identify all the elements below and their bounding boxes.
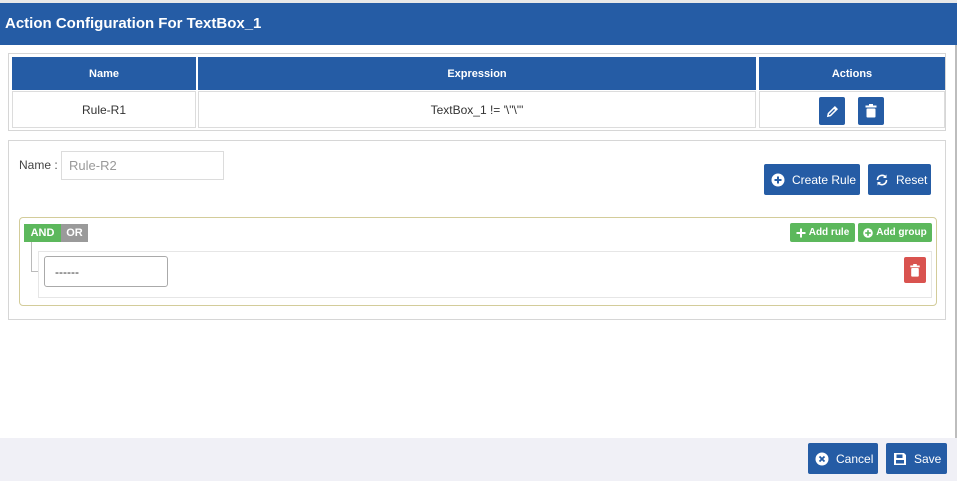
trash-icon — [865, 104, 877, 118]
cell-rule-expression: TextBox_1 != '\"\"' — [198, 91, 756, 128]
query-builder-group: AND OR Add rule Add group ------ — [19, 217, 937, 306]
dialog-header: Action Configuration For TextBox_1 — [0, 3, 957, 45]
add-group-label: Add group — [876, 227, 927, 238]
field-select-value: ------ — [55, 264, 79, 279]
column-header-expression: Expression — [198, 57, 756, 90]
trash-icon — [910, 263, 920, 277]
query-rule-row: ------ — [38, 251, 932, 298]
cell-rule-name: Rule-R1 — [12, 91, 196, 128]
rules-table: Name Expression Actions Rule-R1 TextBox_… — [8, 53, 946, 131]
plus-circle-icon — [771, 173, 785, 186]
column-header-name: Name — [12, 57, 196, 90]
pencil-icon — [826, 105, 838, 117]
save-button[interactable]: Save — [886, 443, 947, 474]
save-label: Save — [914, 451, 942, 466]
add-rule-button[interactable]: Add rule — [790, 223, 855, 242]
column-header-actions: Actions — [759, 57, 945, 90]
cancel-button[interactable]: Cancel — [808, 443, 878, 474]
add-rule-label: Add rule — [808, 227, 850, 238]
create-rule-button[interactable]: Create Rule — [764, 164, 860, 195]
floppy-disk-icon — [894, 452, 906, 465]
dialog-title: Action Configuration For TextBox_1 — [5, 15, 262, 32]
dialog-footer: Cancel Save — [0, 438, 957, 481]
condition-and-button[interactable]: AND — [24, 224, 61, 242]
rule-form: Name : Create Rule Reset AND OR Add rule — [8, 140, 946, 320]
plus-circle-icon — [863, 227, 874, 238]
name-label: Name : — [19, 158, 58, 172]
cancel-label: Cancel — [836, 451, 874, 466]
refresh-icon — [876, 174, 888, 185]
reset-button[interactable]: Reset — [868, 164, 931, 195]
create-rule-label: Create Rule — [792, 172, 857, 187]
close-circle-icon — [815, 452, 829, 465]
delete-rule-button[interactable] — [858, 97, 884, 125]
edit-rule-button[interactable] — [819, 97, 845, 125]
cell-rule-actions — [759, 91, 945, 128]
plus-icon — [796, 228, 806, 237]
condition-or-button[interactable]: OR — [61, 224, 88, 242]
add-group-button[interactable]: Add group — [858, 223, 932, 242]
delete-query-rule-button[interactable] — [904, 257, 926, 283]
reset-label: Reset — [896, 172, 928, 187]
field-select[interactable]: ------ — [44, 256, 168, 287]
rule-name-input[interactable] — [61, 151, 224, 180]
